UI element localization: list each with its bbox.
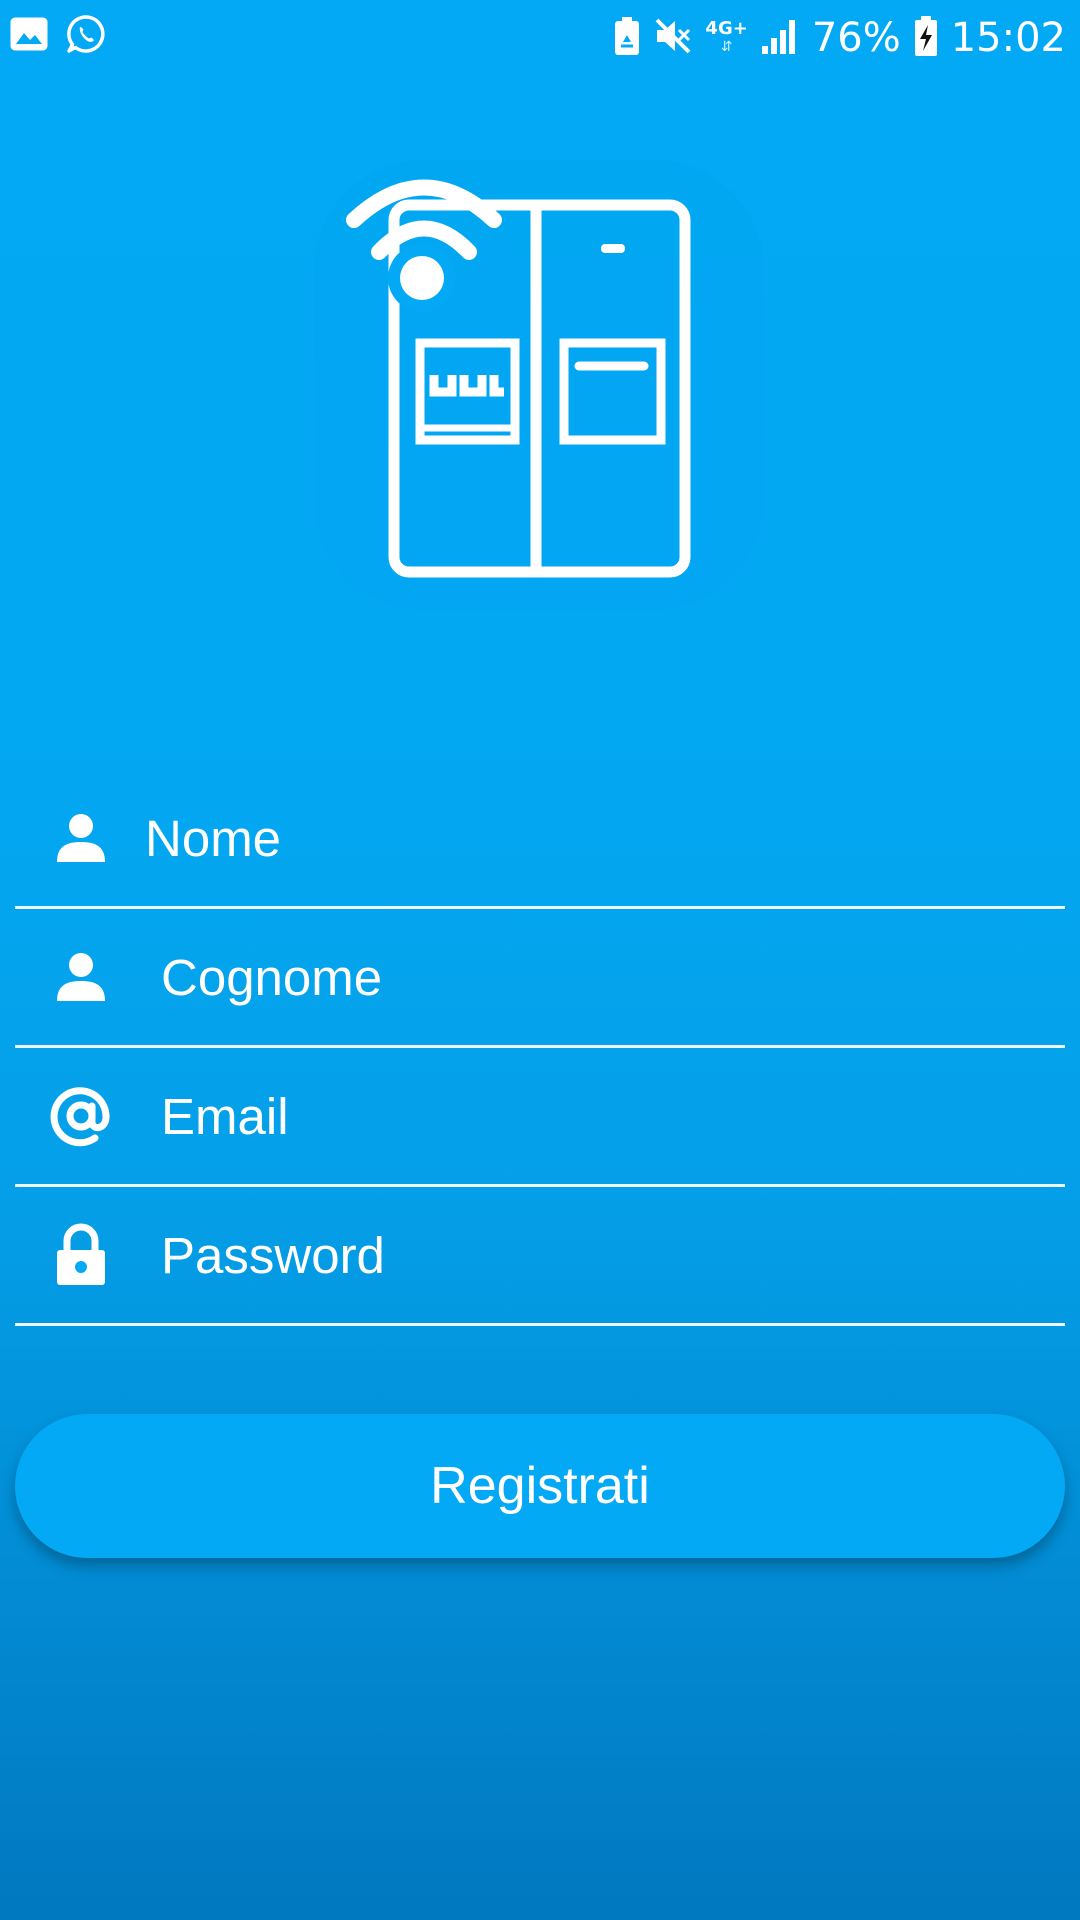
registration-form bbox=[15, 770, 1065, 1326]
register-button[interactable]: Registrati bbox=[15, 1414, 1065, 1558]
status-bar: 4G+ ⇵ 76% 15:02 bbox=[0, 0, 1080, 72]
person-icon bbox=[45, 802, 117, 874]
battery-saver-icon bbox=[613, 16, 641, 61]
battery-charging-icon bbox=[913, 15, 939, 62]
lock-icon bbox=[45, 1219, 117, 1291]
gallery-icon bbox=[10, 17, 48, 56]
whatsapp-icon bbox=[66, 14, 106, 59]
network-4g-icon: 4G+ ⇵ bbox=[705, 18, 748, 56]
app-logo bbox=[314, 160, 764, 610]
signal-icon bbox=[760, 16, 800, 61]
status-bar-left bbox=[10, 14, 106, 58]
email-field bbox=[15, 1048, 1065, 1187]
password-input[interactable] bbox=[161, 1209, 1061, 1301]
at-sign-icon bbox=[45, 1080, 117, 1152]
person-icon bbox=[45, 941, 117, 1013]
battery-percent: 76% bbox=[811, 15, 901, 61]
smart-fridge-wifi-icon bbox=[346, 179, 691, 578]
password-field bbox=[15, 1187, 1065, 1326]
name-field bbox=[15, 770, 1065, 909]
email-input[interactable] bbox=[161, 1070, 1061, 1162]
name-input[interactable] bbox=[145, 792, 1045, 884]
surname-field bbox=[15, 909, 1065, 1048]
network-label: 4G+ bbox=[705, 18, 748, 39]
mute-icon bbox=[653, 16, 693, 61]
clock: 15:02 bbox=[950, 15, 1066, 61]
surname-input[interactable] bbox=[161, 931, 1061, 1023]
status-bar-right: 4G+ ⇵ 76% 15:02 bbox=[613, 8, 1066, 68]
